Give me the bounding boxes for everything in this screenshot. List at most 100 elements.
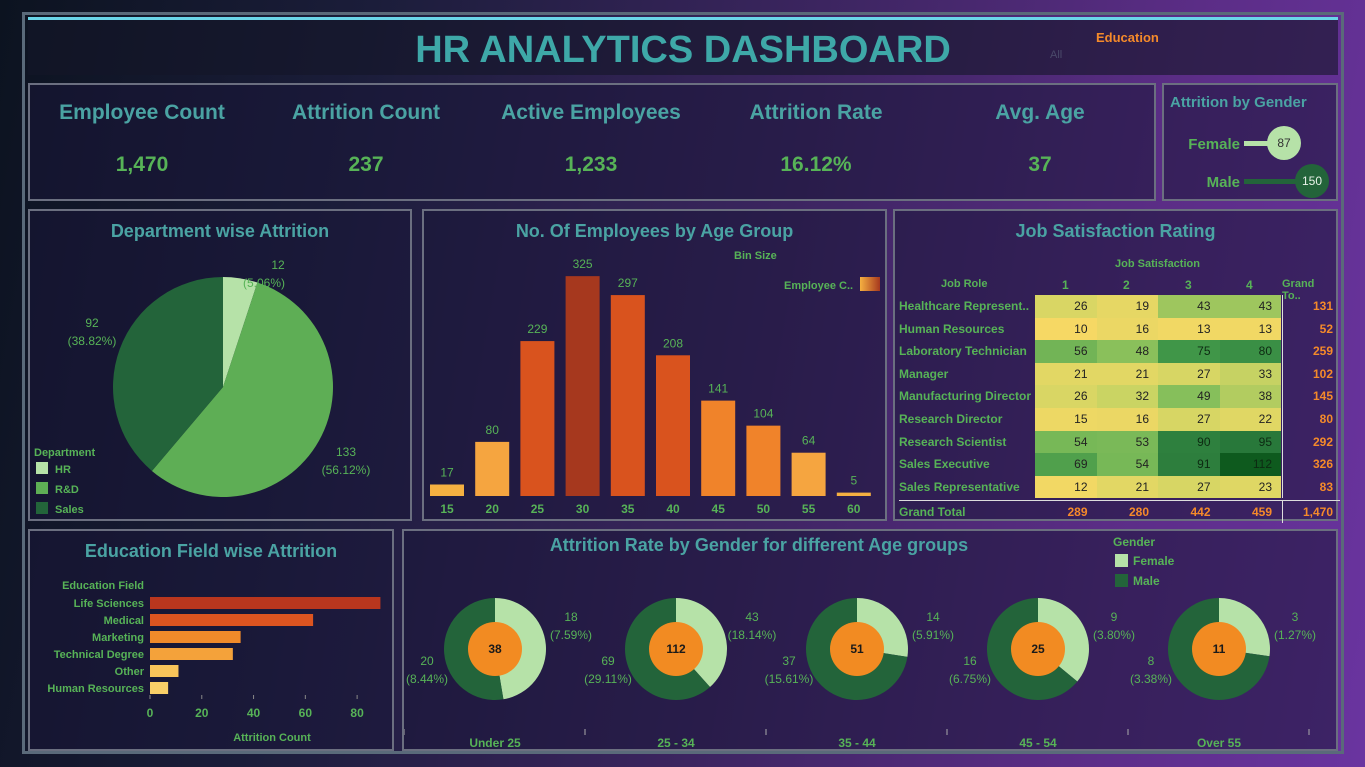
kpi-avg-age: Avg. Age 37 <box>930 101 1150 177</box>
job-cell[interactable]: 43 <box>1219 295 1281 318</box>
female-count-label: 9 <box>1111 610 1118 624</box>
legend-swatch-female[interactable] <box>1115 554 1128 567</box>
job-cell[interactable]: 21 <box>1096 475 1158 499</box>
age-legend-label: Employee C.. <box>784 280 853 292</box>
female-count-label: 18 <box>564 610 578 624</box>
grand-total-cell: 289 <box>1067 505 1088 520</box>
legend-swatch-rnd[interactable] <box>36 482 48 494</box>
age-legend-gradient <box>860 277 880 291</box>
age-bar-60[interactable] <box>836 492 871 496</box>
job-cell[interactable]: 13 <box>1158 317 1220 341</box>
male-count-label: 8 <box>1148 654 1155 668</box>
education-tick-label: 40 <box>247 706 261 720</box>
job-satisfaction-title: Job Satisfaction Rating <box>1015 221 1216 241</box>
gender-label-female: Female <box>1188 136 1240 153</box>
job-cell[interactable]: 90 <box>1158 430 1220 454</box>
age-tick-label: 30 <box>576 502 590 516</box>
job-row-total: 259 <box>1282 340 1340 363</box>
job-cell[interactable]: 26 <box>1035 295 1097 318</box>
job-cell[interactable]: 15 <box>1035 408 1097 431</box>
job-cell[interactable]: 27 <box>1158 475 1220 499</box>
job-cell[interactable]: 27 <box>1158 408 1220 431</box>
male-percent-label: (6.75%) <box>949 672 991 686</box>
age-bar-chart: Bin Size Employee C.. 17 15 80 20 229 25 325 30… <box>430 250 880 516</box>
age-bar-35[interactable] <box>610 295 645 496</box>
job-row: Sales Executive 69 54 91 112 326 <box>899 453 1340 476</box>
age-bar-55[interactable] <box>791 452 826 496</box>
job-cell[interactable]: 48 <box>1096 340 1158 363</box>
age-tick-label: 25 <box>531 502 545 516</box>
education-bar[interactable] <box>150 597 381 609</box>
donut-total: 112 <box>666 642 686 656</box>
female-count-label: 3 <box>1292 610 1299 624</box>
job-row: Research Director 15 16 27 22 80 <box>899 408 1340 431</box>
job-cell[interactable]: 22 <box>1219 408 1281 431</box>
job-cell[interactable]: 16 <box>1096 408 1158 431</box>
female-percent-label: (1.27%) <box>1274 628 1316 642</box>
job-cell[interactable]: 23 <box>1219 475 1281 499</box>
job-cell[interactable]: 69 <box>1035 453 1097 476</box>
legend-swatch-hr[interactable] <box>36 462 48 474</box>
department-attrition-panel: Department wise Attrition 12 (5.06%) 133… <box>28 209 412 521</box>
job-cell[interactable]: 19 <box>1096 295 1158 318</box>
age-bar-30[interactable] <box>565 276 600 496</box>
donut-total: 51 <box>850 642 864 656</box>
female-count-label: 43 <box>745 610 759 624</box>
job-cell[interactable]: 16 <box>1096 317 1158 341</box>
job-cell[interactable]: 10 <box>1035 317 1097 341</box>
job-row: Manufacturing Director 26 32 49 38 145 <box>899 385 1340 408</box>
age-bar-value: 208 <box>663 336 683 350</box>
job-row-total: 83 <box>1282 475 1340 499</box>
job-cell[interactable]: 13 <box>1219 317 1281 341</box>
job-cell[interactable]: 49 <box>1158 385 1220 408</box>
bin-size-label[interactable]: Bin Size <box>734 250 777 262</box>
legend-label-male: Male <box>1133 574 1160 588</box>
education-filter-value[interactable]: All <box>1050 49 1062 61</box>
grand-total-row: Grand Total 289 280 442 459 1,470 <box>899 500 1340 524</box>
job-cell[interactable]: 38 <box>1219 385 1281 408</box>
age-tick-label: 35 <box>621 502 635 516</box>
job-cell[interactable]: 54 <box>1035 430 1097 454</box>
job-cell[interactable]: 27 <box>1158 362 1220 386</box>
education-bar[interactable] <box>150 614 314 626</box>
job-cell[interactable]: 43 <box>1158 295 1220 318</box>
education-bar[interactable] <box>150 631 241 643</box>
age-group-label: 25 - 34 <box>657 736 695 749</box>
job-cell[interactable]: 80 <box>1219 340 1281 363</box>
job-cell[interactable]: 95 <box>1219 430 1281 454</box>
education-bar[interactable] <box>150 682 169 694</box>
education-bar[interactable] <box>150 648 233 660</box>
job-cell[interactable]: 12 <box>1035 475 1097 499</box>
job-cell[interactable]: 33 <box>1219 362 1281 386</box>
job-cell[interactable]: 54 <box>1096 453 1158 476</box>
age-bar-25[interactable] <box>520 341 555 496</box>
education-filter-label[interactable]: Education <box>1096 30 1159 45</box>
age-bar-20[interactable] <box>475 441 510 496</box>
job-cell[interactable]: 91 <box>1158 453 1220 476</box>
age-bar-40[interactable] <box>656 355 690 496</box>
age-bar-45[interactable] <box>701 400 736 496</box>
job-cell[interactable]: 75 <box>1158 340 1220 363</box>
female-count-label: 14 <box>926 610 940 624</box>
male-count-label: 37 <box>782 654 796 668</box>
legend-swatch-male[interactable] <box>1115 574 1128 587</box>
education-bar[interactable] <box>150 665 179 677</box>
job-cell[interactable]: 56 <box>1035 340 1097 363</box>
age-bar-50[interactable] <box>746 425 781 496</box>
job-cell[interactable]: 26 <box>1035 385 1097 408</box>
age-bar-value: 141 <box>708 382 728 396</box>
column-header-1: 1 <box>1062 278 1069 292</box>
age-bar-15[interactable] <box>430 484 464 497</box>
job-cell[interactable]: 32 <box>1096 385 1158 408</box>
job-role-label: Research Director <box>899 412 1003 426</box>
kpi-panel: Employee Count 1,470 Attrition Count 237… <box>28 83 1156 201</box>
legend-label-hr: HR <box>55 464 71 476</box>
job-cell[interactable]: 21 <box>1035 362 1097 386</box>
legend-swatch-sales[interactable] <box>36 502 48 514</box>
job-cell[interactable]: 112 <box>1219 453 1281 476</box>
job-cell[interactable]: 53 <box>1096 430 1158 454</box>
grand-total-label: Grand Total <box>899 505 966 520</box>
job-cell[interactable]: 21 <box>1096 362 1158 386</box>
gender-lollipop-chart: Female 87 Male 150 <box>1188 126 1329 198</box>
grand-total-cell: 442 <box>1190 505 1211 520</box>
